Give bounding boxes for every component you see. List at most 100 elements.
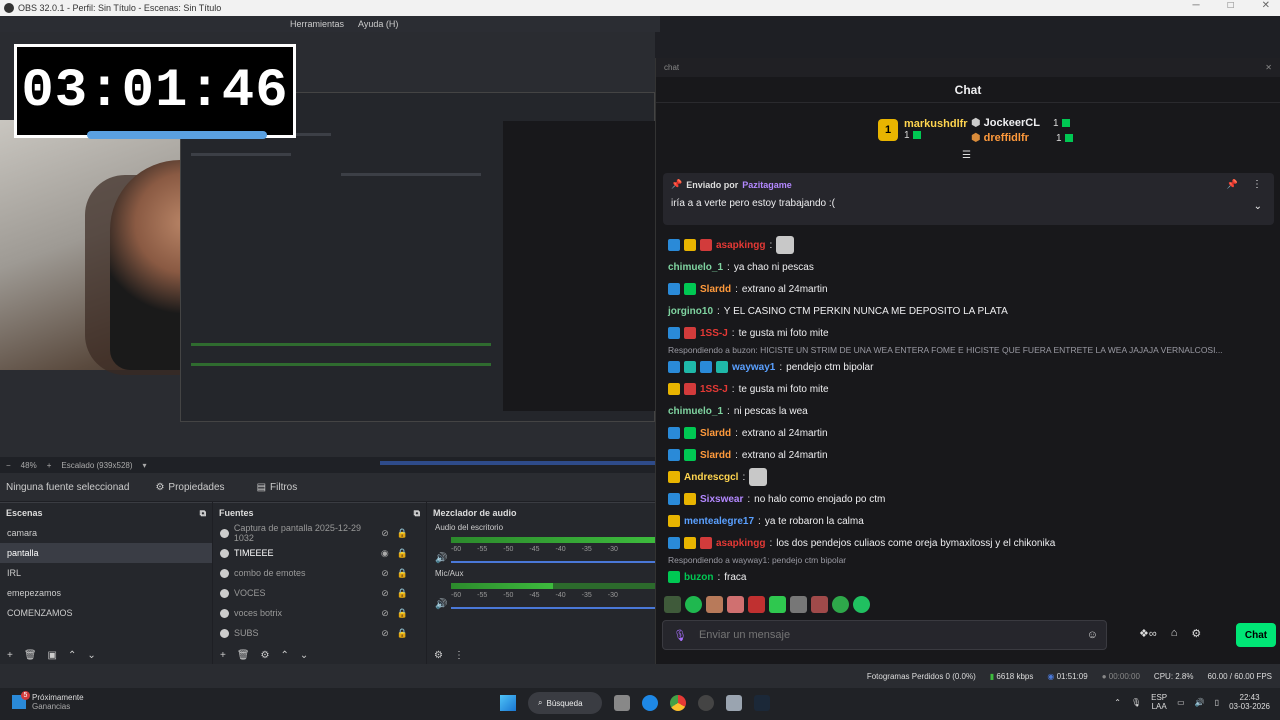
chevron-down-icon[interactable]: ⌄ (1254, 201, 1262, 212)
leader-second-name[interactable]: JockeerCL (984, 117, 1040, 129)
minimize-icon[interactable]: ─ (1192, 0, 1199, 11)
chat-username[interactable]: asapkingg (716, 538, 765, 549)
leader-first-name[interactable]: markushdlfr (904, 118, 968, 130)
filters-button[interactable]: ▤ Filtros (251, 480, 304, 495)
chat-username[interactable]: chimuelo_1 (668, 262, 723, 273)
chat-username[interactable]: Slardd (700, 428, 731, 439)
emote-icon[interactable] (664, 596, 681, 613)
more-icon[interactable]: ⋮ (454, 650, 464, 661)
edge-icon[interactable] (642, 695, 658, 711)
pin-icon[interactable]: 📌 (1227, 179, 1238, 190)
lock-icon[interactable]: 🔒 (397, 608, 408, 619)
chat-username[interactable]: buzon (684, 572, 713, 583)
collapse-icon[interactable]: ☰ (962, 150, 971, 161)
source-item[interactable]: voces botrix ⊘ 🔒 (213, 603, 426, 623)
emote-icon[interactable] (769, 596, 786, 613)
chevron-up-icon[interactable]: ⌃ (1114, 698, 1121, 707)
emote-icon[interactable] (832, 596, 849, 613)
scene-item-emepezamos[interactable]: emepezamos (0, 583, 212, 603)
chat-username[interactable]: Slardd (700, 284, 731, 295)
close-icon[interactable]: ✕ (1262, 0, 1270, 11)
lock-icon[interactable]: 🔒 (397, 548, 408, 559)
microphone-icon[interactable]: 🎙 (1131, 698, 1141, 707)
gear-icon[interactable]: ⚙ (261, 650, 270, 661)
emote-icon[interactable] (727, 596, 744, 613)
obs-icon[interactable] (698, 695, 714, 711)
filter-icon[interactable]: ▣ (48, 650, 57, 661)
preview-scrollbar[interactable] (380, 461, 655, 465)
lock-icon[interactable]: 🔒 (397, 568, 408, 579)
chat-input[interactable] (698, 629, 1079, 641)
microphone-icon[interactable]: 🎙 (673, 629, 687, 642)
volume-icon[interactable]: 🔊 (1195, 698, 1205, 707)
bits-icon[interactable]: ❖∞ (1139, 627, 1157, 640)
lock-icon[interactable]: 🔒 (397, 628, 408, 639)
chat-username[interactable]: mentealegre17 (684, 516, 754, 527)
add-scene-button[interactable]: + (7, 650, 13, 661)
source-item[interactable]: TIMEEEE ◉ 🔒 (213, 543, 426, 563)
scene-item-irl[interactable]: IRL (0, 563, 212, 583)
eye-hidden-icon[interactable]: ⊘ (381, 628, 389, 639)
store-icon[interactable]: ⌂ (1171, 627, 1178, 640)
chat-username[interactable]: 1SS-J (700, 328, 728, 339)
source-item[interactable]: Captura de pantalla 2025-12-29 1032 ⊘ 🔒 (213, 523, 426, 543)
scene-item-pantalla[interactable]: pantalla (0, 543, 212, 563)
chat-username[interactable]: jorgino10 (668, 306, 713, 317)
move-up-button[interactable]: ⌃ (68, 650, 76, 661)
eye-hidden-icon[interactable]: ⊘ (381, 608, 389, 619)
emote-icon[interactable] (748, 596, 765, 613)
eye-hidden-icon[interactable]: ⊘ (381, 568, 389, 579)
taskbar-search[interactable]: ⌕ Búsqueda (528, 692, 602, 714)
eye-icon[interactable]: ◉ (381, 548, 389, 559)
chevron-down-icon[interactable]: ▾ (143, 461, 147, 470)
emote-icon[interactable] (685, 596, 702, 613)
settings-icon[interactable] (726, 695, 742, 711)
chat-username[interactable]: 1SS-J (700, 384, 728, 395)
chat-username[interactable]: Slardd (700, 450, 731, 461)
lock-icon[interactable]: 🔒 (397, 588, 408, 599)
lock-icon[interactable]: 🔒 (397, 528, 408, 539)
trash-icon[interactable]: 🗑 (237, 650, 250, 661)
battery-icon[interactable]: ▯ (1215, 698, 1219, 707)
chrome-icon[interactable] (670, 695, 686, 711)
scene-item-comenzamos[interactable]: COMENZAMOS (0, 603, 212, 623)
move-up-button[interactable]: ⌃ (281, 650, 289, 661)
chat-username[interactable]: asapkingg (716, 240, 765, 251)
emote-icon[interactable] (790, 596, 807, 613)
task-view-icon[interactable] (614, 695, 630, 711)
widgets-button[interactable]: 5 Próximamente Ganancias (12, 691, 84, 711)
zoom-plus[interactable]: + (47, 461, 52, 470)
undock-icon[interactable]: ⧉ (200, 508, 206, 519)
eye-hidden-icon[interactable]: ⊘ (381, 588, 389, 599)
send-chat-button[interactable]: Chat (1236, 623, 1276, 647)
properties-button[interactable]: ⚙ Propiedades (149, 480, 230, 495)
speaker-icon[interactable]: 🔊 (435, 599, 447, 610)
clock[interactable]: 22:43 03-03-2026 (1229, 693, 1270, 711)
pinned-user[interactable]: Pazitagame (742, 180, 792, 190)
language-indicator[interactable]: ESP LAA (1151, 693, 1167, 711)
emoji-icon[interactable]: ☺ (1087, 629, 1098, 641)
start-button[interactable] (500, 695, 516, 711)
steam-icon[interactable] (754, 695, 770, 711)
preview-canvas[interactable]: 03:01:46 (0, 32, 655, 457)
chat-username[interactable]: Sixswear (700, 494, 743, 505)
scene-item-camara[interactable]: camara (0, 523, 212, 543)
zoom-minus[interactable]: − (6, 461, 11, 470)
leader-third-name[interactable]: dreffidlfr (984, 132, 1029, 144)
eye-hidden-icon[interactable]: ⊘ (381, 528, 389, 539)
close-icon[interactable]: ✕ (1265, 63, 1272, 72)
chat-username[interactable]: chimuelo_1 (668, 406, 723, 417)
move-down-button[interactable]: ⌄ (87, 650, 95, 661)
add-source-button[interactable]: + (220, 650, 226, 661)
source-item[interactable]: SUBS ⊘ 🔒 (213, 623, 426, 643)
menu-tools[interactable]: Herramientas (290, 19, 344, 29)
gear-icon[interactable]: ⚙ (1191, 627, 1201, 640)
emote-icon[interactable] (853, 596, 870, 613)
trash-icon[interactable]: 🗑 (24, 650, 37, 661)
scale-mode[interactable]: Escalado (939x528) (61, 461, 132, 470)
more-icon[interactable]: ⋮ (1252, 179, 1262, 190)
chat-username[interactable]: Andrescgcl (684, 472, 738, 483)
speaker-icon[interactable]: 🔊 (435, 553, 447, 564)
chat-username[interactable]: wayway1 (732, 362, 775, 373)
mixer-settings-icon[interactable]: ⚙ (434, 650, 443, 661)
